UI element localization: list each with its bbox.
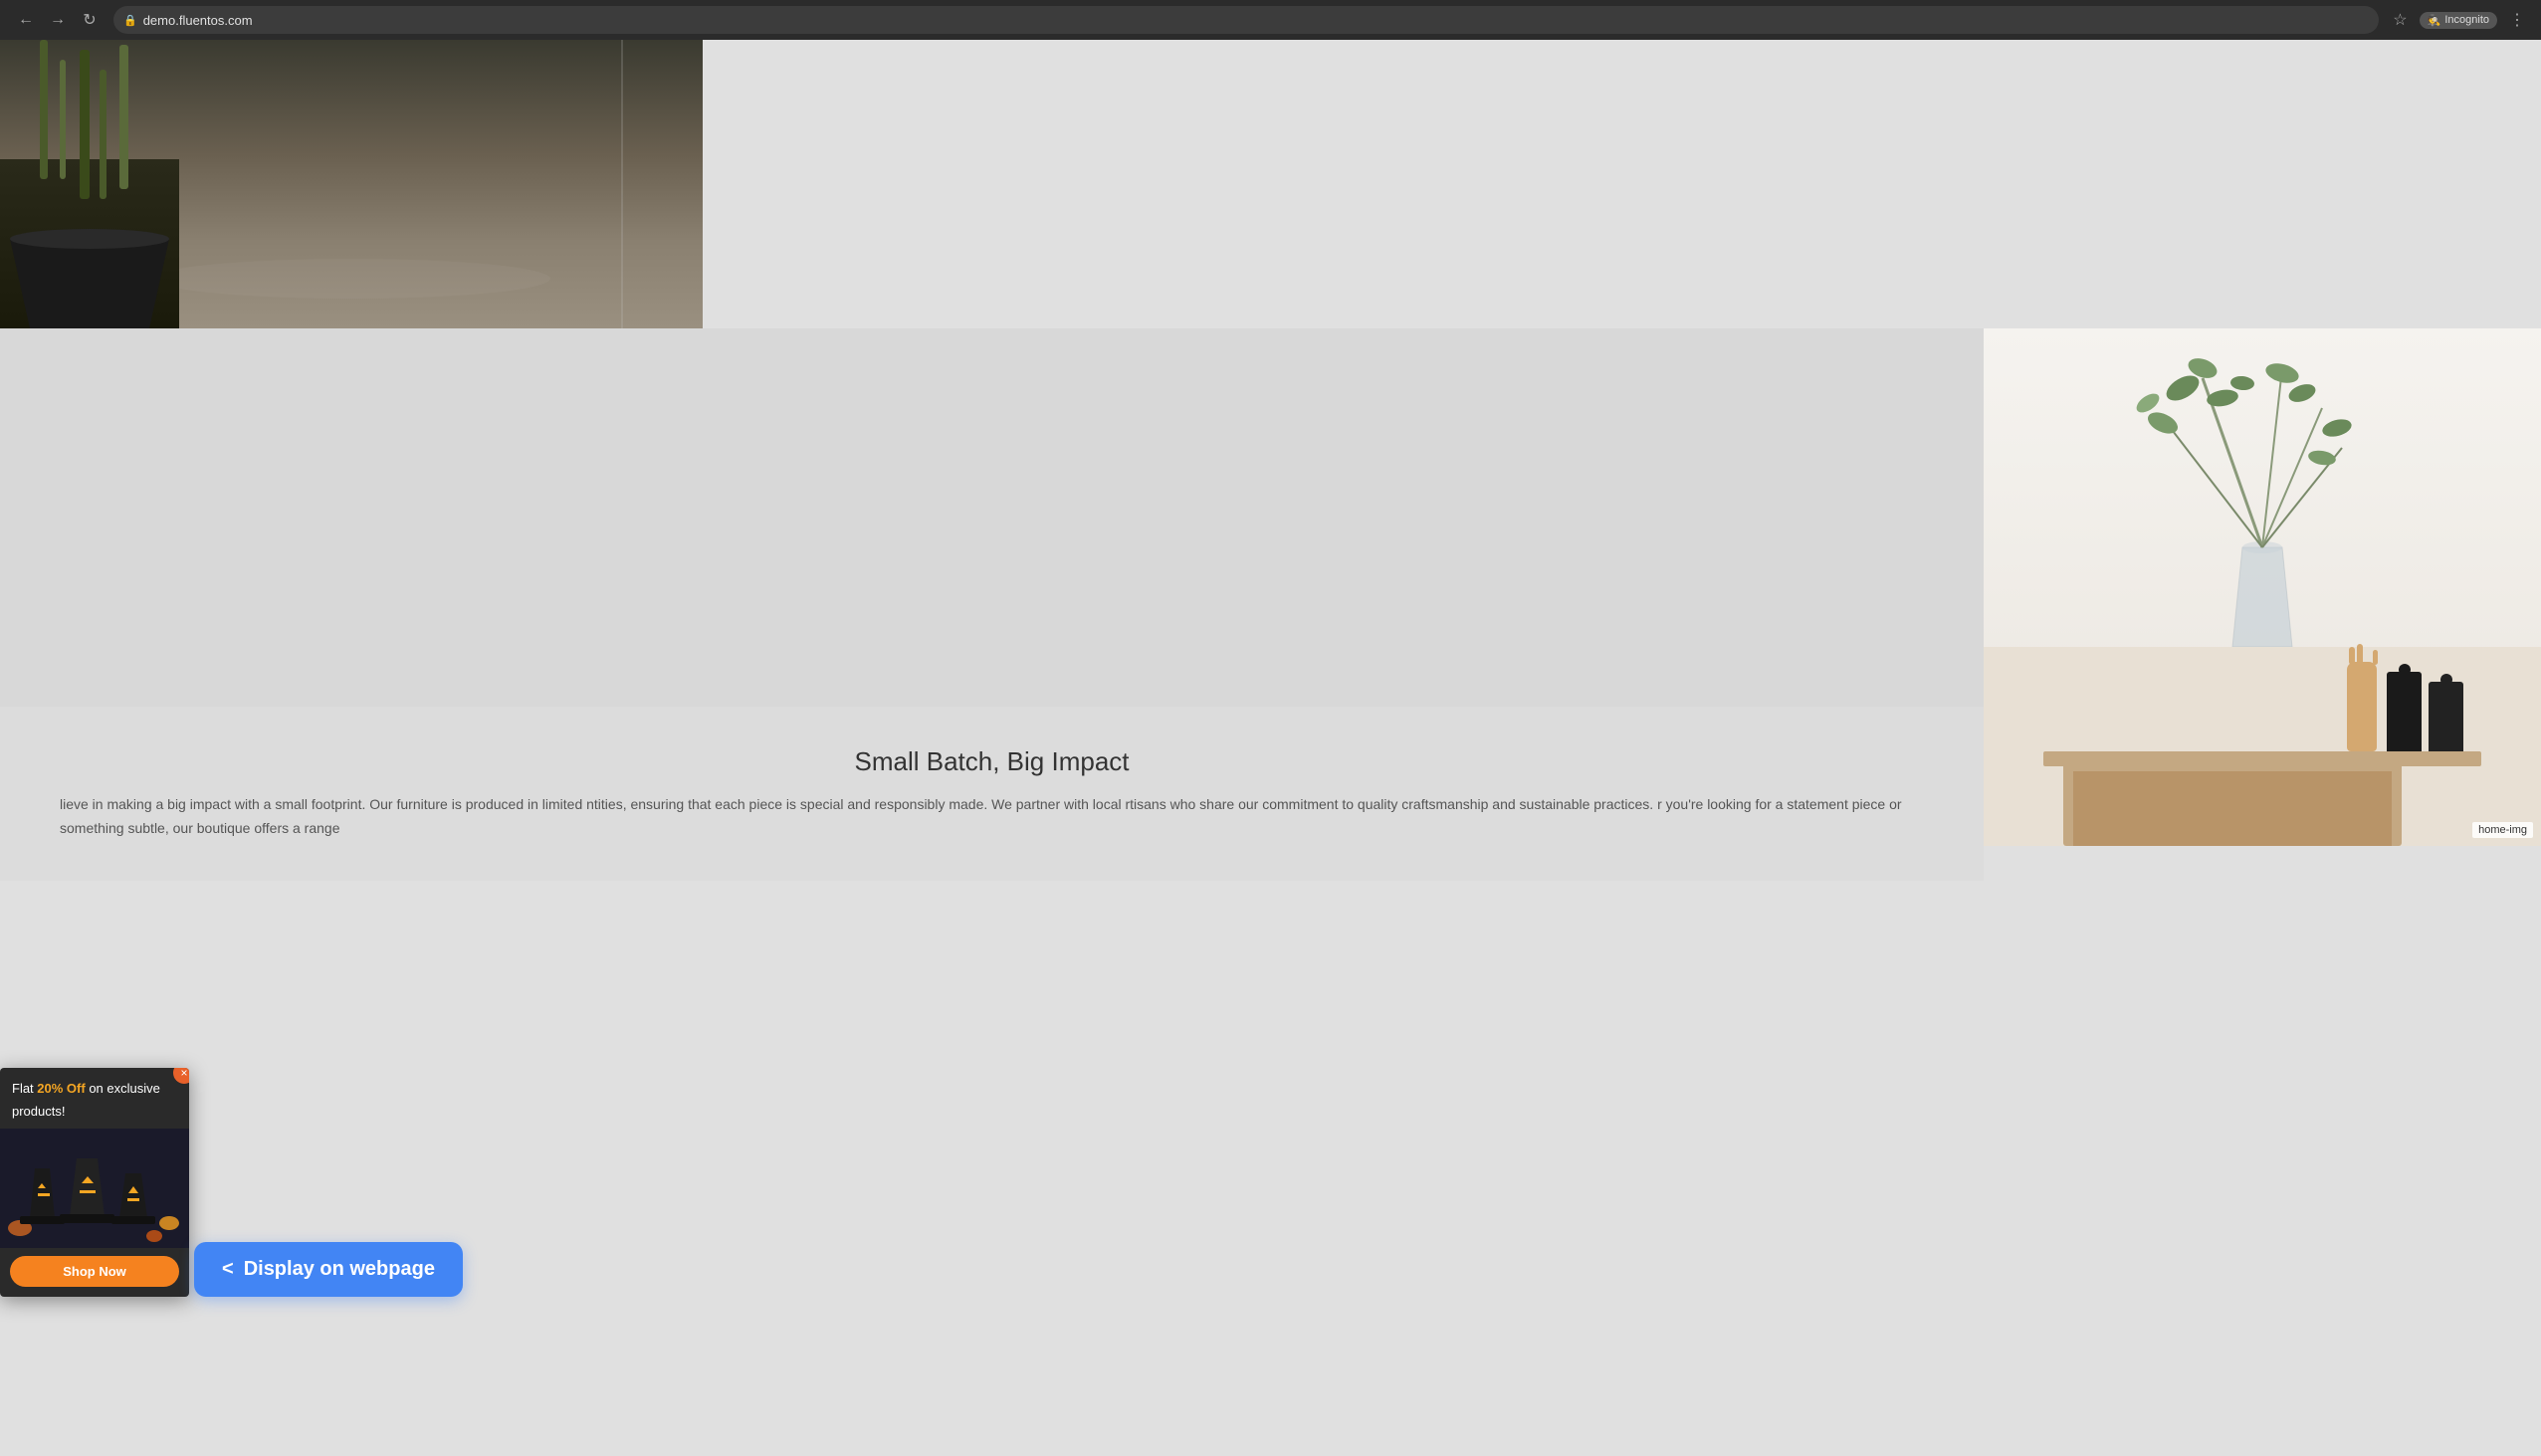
- menu-button[interactable]: ⋮: [2505, 6, 2529, 34]
- nav-buttons: ← → ↻: [12, 6, 104, 34]
- ad-flat-label: Flat: [12, 1081, 37, 1096]
- floor-svg: [0, 40, 703, 328]
- address-bar[interactable]: 🔒 demo.fluentos.com: [113, 6, 2379, 34]
- forward-button[interactable]: →: [44, 6, 72, 34]
- browser-chrome: ← → ↻ 🔒 demo.fluentos.com ☆ 🕵 Incognito …: [0, 0, 2541, 40]
- display-button-label: Display on webpage: [244, 1258, 435, 1281]
- ad-product-image: [0, 1129, 189, 1248]
- ad-shop-button[interactable]: Shop Now: [10, 1256, 179, 1287]
- display-button-container: < Display on webpage: [194, 1242, 463, 1297]
- ad-discount-text: 20% Off: [37, 1081, 85, 1096]
- bottle-cap-1: [2399, 664, 2411, 676]
- shelf-box: [2063, 761, 2402, 846]
- hand-sculpture: [2347, 662, 2377, 751]
- home-img-label: home-img: [2472, 822, 2533, 838]
- bottle-cap-2: [2440, 674, 2452, 686]
- finger-1: [2349, 647, 2355, 665]
- home-img-label-container: home-img: [2472, 820, 2533, 838]
- shelf-area: [1984, 647, 2541, 846]
- content-section: Small Batch, Big Impact lieve in making …: [0, 707, 1984, 881]
- bookmark-button[interactable]: ☆: [2389, 6, 2411, 34]
- incognito-label: Incognito: [2444, 14, 2489, 26]
- incognito-icon: 🕵: [2428, 14, 2441, 27]
- browser-actions: ☆ 🕵 Incognito ⋮: [2389, 6, 2529, 34]
- back-button[interactable]: ←: [12, 6, 40, 34]
- page-layout: home-img Small Batch, Big Impact lieve i…: [0, 40, 2541, 936]
- section-text: lieve in making a big impact with a smal…: [60, 793, 1924, 841]
- section-title: Small Batch, Big Impact: [60, 746, 1924, 777]
- hero-image: [0, 40, 703, 328]
- right-image-panel: home-img: [1984, 328, 2541, 846]
- button-arrow-icon: <: [222, 1258, 234, 1281]
- finger-2: [2357, 644, 2363, 666]
- refresh-button[interactable]: ↻: [76, 6, 104, 34]
- shelf-interior: [2073, 771, 2392, 846]
- lock-icon: 🔒: [123, 14, 137, 27]
- ad-header: Flat 20% Off on exclusive products!: [0, 1068, 189, 1129]
- ad-flat-text: Flat 20% Off on exclusive products!: [12, 1081, 160, 1118]
- ad-image-svg: [0, 1129, 189, 1248]
- display-on-webpage-button[interactable]: < Display on webpage: [194, 1242, 463, 1297]
- bottle-1: [2387, 672, 2422, 751]
- url-text: demo.fluentos.com: [143, 13, 253, 28]
- finger-4: [2373, 650, 2378, 665]
- ad-popup: × Flat 20% Off on exclusive products!: [0, 1068, 189, 1297]
- incognito-badge: 🕵 Incognito: [2420, 12, 2497, 29]
- hero-image-section: [0, 40, 2541, 328]
- bottle-2: [2429, 682, 2463, 751]
